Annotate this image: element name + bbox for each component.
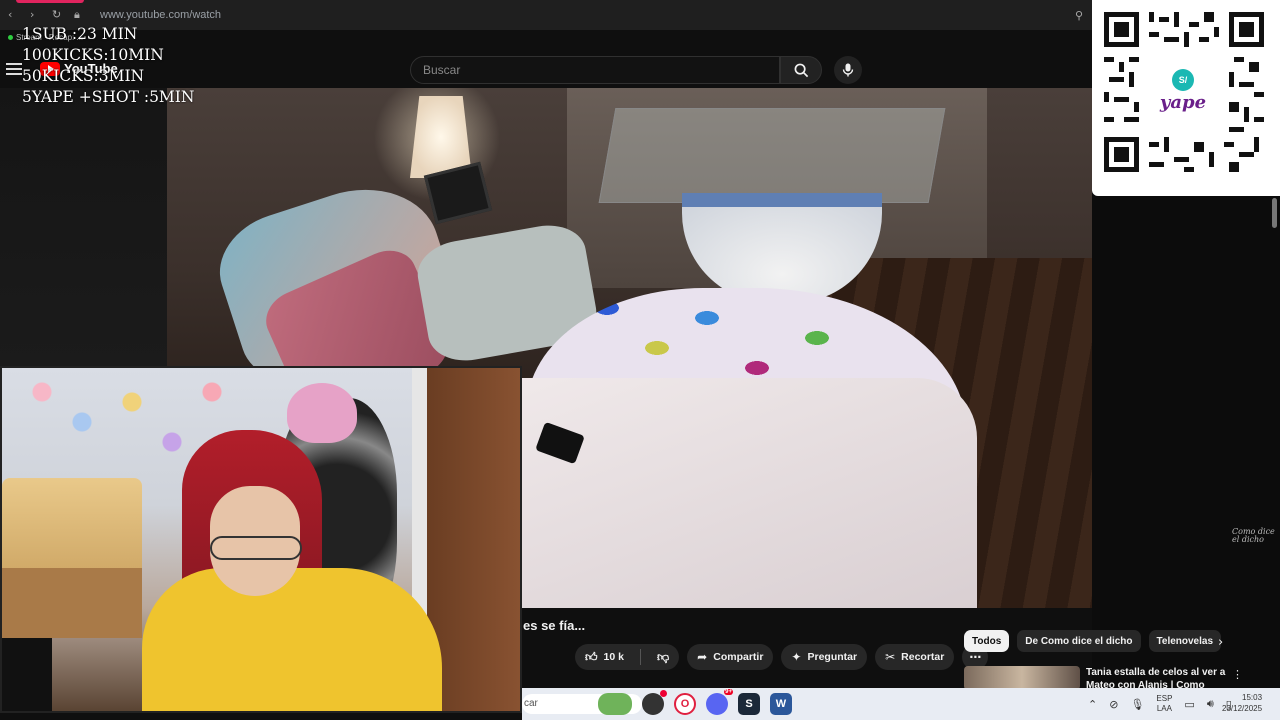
- clip-label: Recortar: [901, 651, 945, 663]
- goal-line: 50KICKS:3MIN: [22, 67, 145, 85]
- webcam-plush-toy: [287, 383, 357, 443]
- pin-icon[interactable]: ⚲: [1075, 9, 1083, 22]
- ask-label: Preguntar: [807, 651, 858, 663]
- left-sidebar-area: [0, 88, 167, 366]
- yape-logo: S/ yape: [1150, 58, 1216, 124]
- stream-goals-overlay: 1SUB :23 MIN 100KICKS:10MIN 50KICKS:3MIN…: [22, 24, 195, 108]
- more-horizontal-icon: ⋯: [969, 650, 982, 664]
- address-bar[interactable]: www.youtube.com/watch: [100, 9, 221, 21]
- share-icon: ➦: [697, 650, 708, 664]
- system-tray: ⌃ ⊘ 🎙︎ ESP LAA ▭ 🔊︎ ▯: [1088, 694, 1232, 714]
- sparkle-icon: ✦: [791, 650, 802, 664]
- like-count: 10 k: [603, 651, 624, 663]
- clock-date: 23/12/2025: [1222, 704, 1263, 713]
- yape-brand-text: yape: [1159, 92, 1207, 113]
- thumbs-down-icon: 👎︎: [656, 650, 670, 664]
- opera-icon[interactable]: O: [674, 693, 696, 715]
- scrollbar-thumb[interactable]: [1272, 198, 1277, 228]
- screen: ‹ › ↻ 🔒︎ www.youtube.com/watch ⚲ YouTube…: [0, 0, 1280, 720]
- channel-watermark: Como dice el dicho: [1232, 527, 1275, 544]
- weather-widget-icon[interactable]: [598, 693, 632, 715]
- streamer-shirt: [142, 568, 442, 711]
- language-indicator[interactable]: ESP LAA: [1156, 694, 1172, 714]
- dislike-button[interactable]: 👎︎: [647, 644, 679, 670]
- clock-time: 15:03: [1242, 693, 1263, 702]
- word-icon[interactable]: W: [770, 693, 792, 715]
- ask-button[interactable]: ✦ Preguntar: [781, 644, 868, 670]
- webcam-microphone: [2, 638, 52, 711]
- recommendation-thumbnail[interactable]: [964, 666, 1080, 688]
- taskbar-apps: O 9+ S W: [598, 689, 792, 715]
- goal-line: 100KICKS:10MIN: [22, 46, 164, 64]
- discord-badge: 9+: [724, 689, 733, 695]
- search-icon: [794, 63, 808, 77]
- chip-channel[interactable]: De Como dice el dicho: [1017, 630, 1141, 652]
- filter-chips: Todos De Como dice el dicho Telenovelas: [964, 630, 1222, 652]
- keyboard-layout: LAA: [1156, 704, 1172, 713]
- yape-coin-icon: S/: [1172, 69, 1194, 91]
- video-scene-sheet: [507, 378, 977, 608]
- search-button[interactable]: [780, 56, 822, 84]
- video-title: es se fía...: [523, 618, 586, 633]
- video-scene-desk: [598, 108, 946, 203]
- streamer-glasses: [210, 536, 302, 560]
- yape-qr-panel: S/ yape: [1092, 0, 1280, 196]
- search-box: [410, 56, 780, 84]
- microphone-icon[interactable]: 🎙︎: [1130, 698, 1144, 711]
- reload-icon[interactable]: ↻: [52, 9, 64, 21]
- goal-line: 5YAPE +SHOT :5MIN: [22, 88, 195, 106]
- microphone-icon: [842, 63, 854, 77]
- active-tab-indicator: [16, 0, 84, 3]
- forward-arrow-icon[interactable]: ›: [30, 9, 42, 21]
- webcam-bed-base: [2, 568, 142, 638]
- site-info-icon[interactable]: 🔒︎: [74, 9, 86, 21]
- network-off-icon[interactable]: ⊘: [1109, 698, 1118, 711]
- thumbs-up-icon: 👍︎: [585, 650, 598, 664]
- back-arrow-icon[interactable]: ‹: [8, 9, 20, 21]
- chevron-up-icon[interactable]: ⌃: [1088, 698, 1097, 711]
- windows-taskbar: car O 9+ S W ⌃ ⊘ 🎙︎ ESP LAA ▭ 🔊︎ ▯ 15:03…: [522, 688, 1280, 720]
- video-actions: 👍︎ 10 k 👎︎ ➦ Compartir ✦ Preguntar ✂ Rec…: [575, 644, 989, 670]
- chip-todos[interactable]: Todos: [964, 630, 1010, 652]
- scissors-icon: ✂: [885, 650, 896, 664]
- language-code: ESP: [1156, 694, 1173, 703]
- goal-line: 1SUB :23 MIN: [22, 25, 138, 43]
- webcam-overlay: [0, 366, 522, 713]
- live-dot-icon: [8, 35, 13, 40]
- recommendation-item[interactable]: Tania estalla de celos al ver a Mateo co…: [964, 664, 1264, 688]
- voice-search-button[interactable]: [834, 56, 862, 84]
- obs-icon[interactable]: [642, 690, 667, 715]
- like-dislike-group: 👍︎ 10 k 👎︎: [575, 644, 680, 670]
- like-button[interactable]: 👍︎ 10 k: [575, 644, 634, 670]
- discord-icon[interactable]: 9+: [706, 689, 733, 715]
- chip-telenovelas[interactable]: Telenovelas: [1148, 630, 1222, 652]
- chevron-right-icon[interactable]: ›: [1218, 635, 1223, 650]
- share-label: Compartir: [713, 651, 764, 663]
- steam-icon[interactable]: S: [738, 693, 760, 715]
- taskbar-clock[interactable]: 15:03 23/12/2025: [1222, 692, 1262, 714]
- search-input[interactable]: [423, 63, 779, 77]
- menu-icon[interactable]: [6, 63, 22, 75]
- recommendation-title[interactable]: Tania estalla de celos al ver a Mateo co…: [1086, 666, 1226, 688]
- like-divider: [639, 649, 641, 665]
- more-vertical-icon[interactable]: ⋮: [1232, 668, 1243, 681]
- share-button[interactable]: ➦ Compartir: [687, 644, 774, 670]
- display-icon[interactable]: ▭: [1184, 698, 1194, 711]
- volume-icon[interactable]: 🔊︎: [1207, 697, 1214, 711]
- clip-button[interactable]: ✂ Recortar: [875, 644, 955, 670]
